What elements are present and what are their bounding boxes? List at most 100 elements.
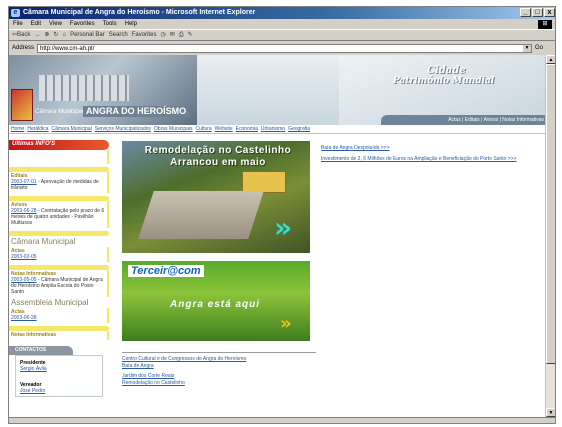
menu-edit[interactable]: Edit [31,19,41,29]
center-links: Centro Cultural e de Congressos de Angra… [122,356,322,387]
vereador-name[interactable]: José Pedro [20,388,98,394]
scroll-up-icon[interactable]: ▲ [546,55,555,64]
spacer [9,150,109,164]
castelinho-banner[interactable]: Remodelação no Castelinho Arrancou em ma… [122,141,310,253]
banner2-tagline: Angra está aqui [170,299,261,310]
ultimas-title: Últimas INFO'S [12,141,56,147]
menu-favorites[interactable]: Favorites [70,19,95,29]
link-baia-despoluida[interactable]: Baía de Angra Despoluída >>> [321,145,531,151]
notas-bar [9,265,109,270]
toolbar: ⇦Back → ⊗ ↻ ⌂ Personal Bar Search Favori… [9,29,555,41]
vertical-scrollbar[interactable]: ▲ ▼ [545,55,555,417]
patrimonio-title: Património Mundial [393,76,495,86]
menu-help[interactable]: Help [125,19,137,29]
menu-tools[interactable]: Tools [103,19,117,29]
chevron-down-icon[interactable]: ▼ [523,44,532,52]
history-icon[interactable]: ◷ [160,29,165,41]
close-button[interactable]: x [544,8,555,17]
left-column: Últimas INFO'S Editais 2003-07-01 - Apro… [9,137,117,417]
link-jardim[interactable]: Jardim dos Corte Reais [122,373,322,380]
edit-icon[interactable]: ✎ [188,29,193,41]
nav-cultura[interactable]: Cultura [196,125,212,133]
favorites-button[interactable]: Favorites [132,29,157,41]
scroll-thumb[interactable] [546,64,555,364]
home-icon[interactable]: ⌂ [62,29,66,41]
window-title: Câmara Municipal de Angra do Heroísmo - … [23,9,256,16]
divider [122,352,316,353]
web-page: Câmara Municipal ANGRA DO HEROÍSMO Cidad… [9,55,547,417]
menu-file[interactable]: File [13,19,23,29]
maximize-button[interactable]: □ [532,8,543,17]
windows-logo-icon: ⊞ [538,20,552,29]
banner1-line2: Arrancou em maio [170,157,266,168]
notas2-bar [9,326,109,331]
link-baia-angra[interactable]: Baía de Angra [122,363,322,370]
link-centro-cultural[interactable]: Centro Cultural e de Congressos de Angra… [122,356,322,363]
contactos-header: CONTACTOS [9,346,73,355]
camara-bar [9,231,109,236]
camara-section-title: Câmara Municipal [11,237,76,246]
back-button[interactable]: ⇦Back [12,29,30,41]
double-chevron-icon: » [274,211,293,244]
nav-website[interactable]: Website [215,125,233,133]
browser-window: e Câmara Municipal de Angra do Heroísmo … [8,6,556,424]
search-button[interactable]: Search [109,29,128,41]
print-icon[interactable]: ⎙ [179,29,184,41]
mail-icon[interactable]: ✉ [170,29,175,41]
assembleia-section-title: Assembleia Municipal [11,298,89,307]
header-photo: Câmara Municipal ANGRA DO HEROÍSMO [9,55,197,125]
avisos-block: Avisos 2003-06-28 - Contratação pelo pra… [9,201,109,228]
nav-heraldica[interactable]: Heráldica [27,125,48,133]
title-bar: e Câmara Municipal de Angra do Heroísmo … [9,7,555,19]
nav-economia[interactable]: Economia [236,125,258,133]
nav-obras[interactable]: Obras Municipais [154,125,193,133]
camara-label: Câmara Municipal [35,109,84,115]
city-name: ANGRA DO HEROÍSMO [83,106,190,117]
personal-bar-button[interactable]: Personal Bar [70,29,105,41]
address-label: Address [12,45,35,51]
address-bar: Address http://www.cm-ah.pt/ ▼ Go [9,42,555,54]
terceiracom-banner[interactable]: Terceir@com Angra está aqui » [122,261,310,341]
editais-bar [9,167,109,172]
link-investimento[interactable]: Investimento de 2, 6 Milhões de Euros na… [321,156,531,162]
banner1-line1: Remodelação no Castelinho [144,145,292,156]
status-bar [9,417,555,423]
house-image [242,171,286,193]
nav-servicos[interactable]: Serviços Municipalizados [95,125,151,133]
notas2-block: Notas Informativas [9,331,109,340]
double-chevron-icon: » [280,313,292,334]
camara-actas-block: Actas 2003-02-05 [9,247,109,262]
top-links[interactable]: Actas | Editais | Avisos | Notas Informa… [381,115,547,125]
scroll-down-icon[interactable]: ▼ [546,408,555,417]
stop-icon[interactable]: ⊗ [44,29,49,41]
minimize-button[interactable]: _ [520,8,531,17]
refresh-icon[interactable]: ↻ [53,29,58,41]
nav-home[interactable]: Home [11,125,24,133]
link-remodelacao[interactable]: Remodelação no Castelinho [122,380,322,387]
building-image [39,75,129,101]
avisos-bar [9,196,109,201]
forward-icon[interactable]: → [34,29,40,41]
go-button[interactable]: Go [535,45,543,51]
ie-icon: e [11,9,20,17]
terceiracom-logo: Terceir@com [128,265,204,277]
nav-urbanismo[interactable]: Urbanismo [261,125,285,133]
assembleia-actas-link[interactable]: 2003-06-28 [11,315,105,321]
contactos-body: Presidente Sérgio Ávila Vereador José Pe… [15,355,103,397]
cidade-title: Cidade [427,65,466,76]
address-input[interactable]: http://www.cm-ah.pt/ ▼ [37,43,533,53]
ultimas-header: Últimas INFO'S [9,140,109,150]
nav-camara[interactable]: Câmara Municipal [51,125,91,133]
plaza-image [138,191,264,239]
assembleia-actas-block: Actas 2003-06-28 [9,308,109,323]
crest-logo [11,89,33,121]
menu-view[interactable]: View [49,19,62,29]
main-nav: Home Heráldica Câmara Municipal Serviços… [9,125,547,134]
address-url: http://www.cm-ah.pt/ [40,45,95,52]
camara-actas-link[interactable]: 2003-02-05 [11,254,105,260]
editais-block: Editais 2003-07-01 - Aprovação de medida… [9,172,109,193]
nav-geografia[interactable]: Geografia [288,125,310,133]
contactos-box: CONTACTOS Presidente Sérgio Ávila Veread… [9,346,109,397]
menu-bar: File Edit View Favorites Tools Help [9,19,555,29]
presidente-name[interactable]: Sérgio Ávila [20,366,98,372]
